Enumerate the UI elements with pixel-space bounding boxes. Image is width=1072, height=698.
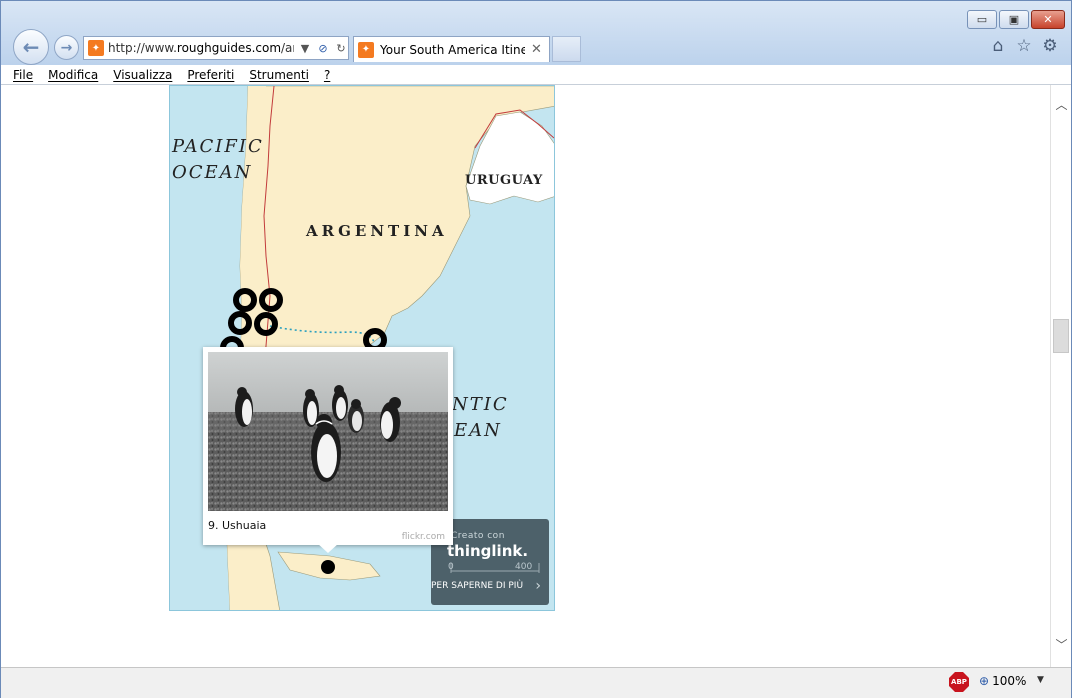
forward-arrow-icon: → — [60, 39, 73, 56]
refresh-icon[interactable]: ↻ — [334, 42, 348, 55]
address-bar[interactable]: ✦ http://www.roughguides.com/artic ▼ ⊘ ↻ — [83, 36, 349, 60]
tab-favicon-icon: ✦ — [358, 41, 374, 58]
dropdown-arrow-icon[interactable]: ▼ — [298, 42, 312, 55]
window-controls: ▭ ▣ ✕ — [967, 10, 1065, 29]
site-favicon-icon: ✦ — [88, 40, 104, 56]
menu-strumenti[interactable]: Strumenti — [249, 68, 309, 82]
marker — [228, 311, 252, 335]
tab-south-america-itinerary[interactable]: ✦ Your South America Itinera... ✕ — [353, 36, 550, 62]
favorites-star-icon[interactable]: ☆ — [1015, 37, 1033, 55]
status-bar: ABP ⊕ 100% ▼ — [1, 667, 1071, 698]
minimize-button[interactable]: ▭ — [967, 10, 997, 29]
title-bar: ▭ ▣ ✕ ← → ✦ http://www.roughguides.com/a… — [1, 1, 1071, 65]
page-content: PACIFIC OCEAN ARGENTINA URUGUAY NTIC EAN… — [1, 85, 1053, 667]
scroll-down-icon[interactable]: ﹀ — [1051, 635, 1072, 655]
atlantic-label-line1: NTIC — [452, 394, 509, 415]
thinglink-learn-more-link[interactable]: PER SAPERNE DI PIÙ — [431, 581, 523, 591]
vertical-scrollbar[interactable]: ︿ ﹀ — [1050, 85, 1071, 667]
url-text[interactable]: http://www.roughguides.com/artic — [108, 41, 294, 55]
penguin-photo[interactable] — [208, 352, 448, 511]
thinglink-logo: thinglink. — [447, 542, 529, 560]
tab-title: Your South America Itinera... — [380, 42, 525, 57]
menu-bar: File Modifica Visualizza Preferiti Strum… — [1, 65, 1071, 85]
toolbar-icons: ⌂ ☆ ⚙ — [989, 37, 1059, 55]
zoom-magnifier-icon: ⊕ — [979, 674, 990, 688]
atlantic-label-line2: EAN — [454, 420, 502, 441]
uruguay-label: URUGUAY — [465, 173, 543, 188]
forward-button[interactable]: → — [54, 35, 79, 60]
menu-modifica[interactable]: Modifica — [48, 68, 98, 82]
pacific-ocean-label: PACIFIC OCEAN — [172, 134, 264, 186]
zoom-control[interactable]: ⊕ 100% — [979, 674, 1026, 688]
popup-photo-source[interactable]: flickr.com — [402, 532, 445, 542]
location-popup[interactable]: 9. Ushuaia flickr.com — [203, 347, 453, 553]
atlantic-ocean-label: NTIC EAN — [452, 392, 509, 444]
zoom-dropdown-icon[interactable]: ▼ — [1037, 675, 1044, 685]
back-arrow-icon: ← — [22, 35, 40, 59]
popup-pointer — [317, 543, 339, 553]
chevron-right-icon[interactable]: › — [535, 578, 541, 594]
scroll-up-icon[interactable]: ︿ — [1051, 95, 1072, 115]
adblock-plus-icon[interactable]: ABP — [949, 672, 969, 692]
popup-caption: 9. Ushuaia — [208, 519, 267, 532]
pacific-label-line1: PACIFIC — [172, 136, 264, 157]
menu-file[interactable]: File — [13, 68, 33, 82]
menu-help[interactable]: ? — [324, 68, 330, 82]
url-suffix: /artic — [281, 41, 294, 55]
tab-close-icon[interactable]: ✕ — [531, 42, 545, 57]
zoom-level: 100% — [992, 674, 1027, 688]
argentina-label: ARGENTINA — [306, 222, 448, 240]
menu-visualizza[interactable]: Visualizza — [113, 68, 172, 82]
close-button[interactable]: ✕ — [1031, 10, 1065, 29]
scale-end-label: 400 — [515, 562, 533, 572]
thinglink-created-with: Creato con — [451, 531, 505, 541]
maximize-button[interactable]: ▣ — [999, 10, 1029, 29]
menu-preferiti[interactable]: Preferiti — [187, 68, 234, 82]
penguin-photo-image — [208, 352, 448, 511]
settings-gear-icon[interactable]: ⚙ — [1041, 37, 1059, 55]
url-prefix: http://www. — [108, 41, 177, 55]
back-button[interactable]: ← — [13, 29, 49, 65]
scrollbar-thumb[interactable] — [1053, 319, 1069, 353]
pacific-label-line2: OCEAN — [172, 162, 253, 183]
url-domain: roughguides.com — [176, 41, 282, 55]
browser-window: ▭ ▣ ✕ ← → ✦ http://www.roughguides.com/a… — [0, 0, 1072, 698]
new-tab-button[interactable] — [552, 36, 581, 62]
compatibility-view-icon[interactable]: ⊘ — [316, 42, 330, 55]
active-marker — [321, 560, 335, 574]
scale-start-label: 0 — [448, 562, 454, 572]
home-icon[interactable]: ⌂ — [989, 37, 1007, 55]
